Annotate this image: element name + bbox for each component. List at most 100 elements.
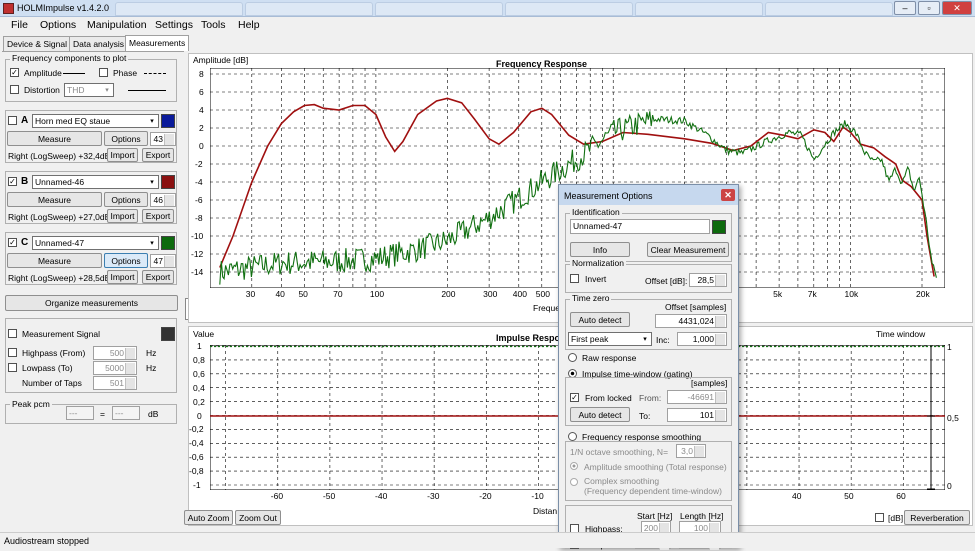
inc-input[interactable]: 1,000: [677, 332, 727, 346]
auto-detect-gating-button[interactable]: Auto detect: [570, 407, 630, 422]
measurement-b-export-button[interactable]: Export: [142, 209, 174, 223]
highpass-checkbox[interactable]: [8, 348, 17, 357]
impulse-chart-title: Impulse Respo: [496, 333, 561, 343]
tab-data-analysis[interactable]: Data analysis: [69, 36, 129, 51]
measurement-c-export-button[interactable]: Export: [142, 270, 174, 284]
reverberation-button[interactable]: Reverberation: [904, 510, 970, 525]
menu-options[interactable]: Options: [40, 19, 76, 31]
from-input[interactable]: -46691: [667, 390, 727, 404]
measurement-c-color[interactable]: [161, 236, 175, 250]
reverb-db-checkbox[interactable]: [875, 513, 884, 522]
freq-ytick-label: -12: [191, 249, 204, 259]
measurement-a-checkbox[interactable]: [8, 116, 17, 125]
offset-db-input[interactable]: 28,5: [689, 273, 727, 287]
menu-tools[interactable]: Tools: [201, 19, 226, 31]
from-locked-checkbox[interactable]: ✓: [570, 393, 579, 402]
tab-device-signal[interactable]: Device & Signal: [3, 36, 72, 51]
close-button[interactable]: ✕: [942, 1, 972, 15]
freq-ytick-label: 6: [199, 87, 204, 97]
measurement-c-info: Right (LogSweep) +28,5dB: [8, 273, 111, 283]
to-input[interactable]: 101: [667, 408, 727, 422]
info-button[interactable]: Info: [570, 242, 630, 257]
chevron-down-icon: ▾: [640, 334, 650, 345]
measurement-b-measure-button[interactable]: Measure: [7, 192, 102, 207]
minimize-button[interactable]: ‒: [894, 1, 916, 15]
dialog-close-icon[interactable]: ✕: [721, 189, 735, 201]
lowpass-checkbox[interactable]: [8, 363, 17, 372]
measurement-signal-color[interactable]: [161, 327, 175, 341]
impulse-xtick-label: -20: [479, 491, 492, 501]
taps-input[interactable]: 501: [93, 376, 137, 390]
time-window-tick-label: 0: [947, 481, 952, 491]
fr-smoothing-radio[interactable]: [568, 432, 577, 441]
menu-file[interactable]: File: [11, 19, 28, 31]
measurement-b-color[interactable]: [161, 175, 175, 189]
from-locked-label: From locked: [585, 393, 632, 403]
freq-xtick-label: 20k: [916, 289, 930, 299]
measurement-b-options-button[interactable]: Options: [104, 192, 148, 207]
clear-measurement-button[interactable]: Clear Measurement: [647, 242, 729, 257]
lowpass-input[interactable]: 5000: [93, 361, 137, 375]
measurement-c-measure-button[interactable]: Measure: [7, 253, 102, 268]
impulse-ytick-label: 1: [197, 341, 202, 351]
measurement-name-input[interactable]: Unnamed-47: [570, 219, 710, 234]
measurement-c-import-button[interactable]: Import: [107, 270, 138, 284]
lowpass-label: Lowpass (To): [22, 363, 73, 373]
complex-smoothing-radio[interactable]: [570, 478, 578, 486]
measurement-a-name[interactable]: Horn med EQ staue ▾: [32, 114, 159, 128]
dialog-title: Measurement Options: [564, 191, 653, 201]
amplitude-smoothing-radio[interactable]: [570, 462, 578, 470]
menu-manipulation[interactable]: Manipulation: [87, 19, 147, 31]
highpass-input[interactable]: 500: [93, 346, 137, 360]
measurement-c-name[interactable]: Unnamed-47 ▾: [32, 236, 159, 250]
background-tab: [115, 2, 243, 16]
menu-help[interactable]: Help: [238, 19, 260, 31]
distortion-checkbox[interactable]: [10, 85, 19, 94]
freq-ytick-label: -14: [191, 267, 204, 277]
first-peak-select[interactable]: First peak ▾: [568, 332, 652, 346]
peak-pcm-equals: =: [100, 409, 105, 419]
zoom-out-button[interactable]: Zoom Out: [235, 510, 281, 525]
measurement-a-measure-button[interactable]: Measure: [7, 131, 102, 146]
measurement-c-number[interactable]: 47: [150, 254, 176, 268]
title-bar: HOLMImpulse v1.4.2.0 ‒ ▫ ✕: [0, 0, 975, 17]
measurement-b-import-button[interactable]: Import: [107, 209, 138, 223]
auto-zoom-button[interactable]: Auto Zoom: [184, 510, 233, 525]
raw-response-radio[interactable]: [568, 353, 577, 362]
measurement-a-color[interactable]: [161, 114, 175, 128]
measurement-a-number[interactable]: 43: [150, 132, 176, 146]
impulse-ytick-label: -1: [193, 480, 201, 490]
measurement-c-options-button[interactable]: Options: [104, 253, 148, 268]
distortion-select[interactable]: THD ▾: [64, 83, 114, 97]
octave-input[interactable]: 3,0: [676, 444, 706, 458]
measurement-a-letter: A: [21, 115, 29, 126]
maximize-button[interactable]: ▫: [918, 1, 940, 15]
measurement-signal-checkbox[interactable]: [8, 329, 17, 338]
tab-measurements[interactable]: Measurements: [125, 35, 190, 51]
measurement-a-options-button[interactable]: Options: [104, 131, 148, 146]
phase-checkbox[interactable]: [99, 68, 108, 77]
measurement-b-info: Right (LogSweep) +27,0dB: [8, 212, 111, 222]
measurement-b-checkbox[interactable]: ✓: [8, 177, 17, 186]
amplitude-checkbox[interactable]: ✓: [10, 68, 19, 77]
invert-label: Invert: [585, 274, 607, 284]
distortion-line-style: [128, 90, 166, 91]
menu-settings[interactable]: Settings: [155, 19, 193, 31]
impulse-ytick-label: -0,2: [189, 424, 204, 435]
offset-samples-input[interactable]: 4431,024: [655, 314, 727, 328]
impulse-ytick-label: -0,8: [189, 466, 204, 477]
measurement-color-swatch[interactable]: [712, 220, 726, 234]
invert-checkbox[interactable]: [570, 274, 579, 283]
measurement-b-name[interactable]: Unnamed-46 ▾: [32, 175, 159, 189]
organize-measurements-button[interactable]: Organize measurements: [5, 295, 178, 311]
measurement-b-number[interactable]: 46: [150, 193, 176, 207]
measurement-a-import-button[interactable]: Import: [107, 148, 138, 162]
phase-line-style: [144, 73, 166, 74]
impulse-xtick-label: -60: [270, 491, 284, 501]
measurement-a-export-button[interactable]: Export: [142, 148, 174, 162]
impulse-xtick-label: -10: [531, 491, 544, 501]
first-peak-select-value: First peak: [571, 334, 609, 344]
amplitude-label: Amplitude: [24, 68, 62, 78]
measurement-c-checkbox[interactable]: ✓: [8, 238, 17, 247]
auto-detect-button[interactable]: Auto detect: [570, 312, 630, 327]
